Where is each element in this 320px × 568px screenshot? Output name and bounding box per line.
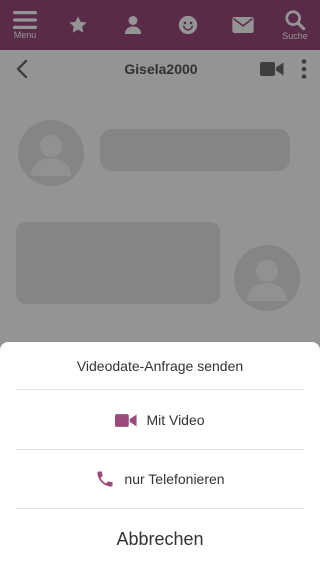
cancel-button[interactable]: Abbrechen	[16, 510, 304, 568]
option-phone-only[interactable]: nur Telefonieren	[16, 450, 304, 509]
option-phone-only-label: nur Telefonieren	[124, 471, 225, 487]
option-with-video-label: Mit Video	[146, 412, 205, 428]
video-date-action-sheet: Videodate-Anfrage senden Mit Video nur T…	[0, 342, 320, 568]
phone-icon	[95, 469, 115, 489]
action-sheet-title: Videodate-Anfrage senden	[16, 342, 304, 390]
option-with-video[interactable]: Mit Video	[16, 391, 304, 450]
video-camera-icon	[115, 413, 137, 428]
